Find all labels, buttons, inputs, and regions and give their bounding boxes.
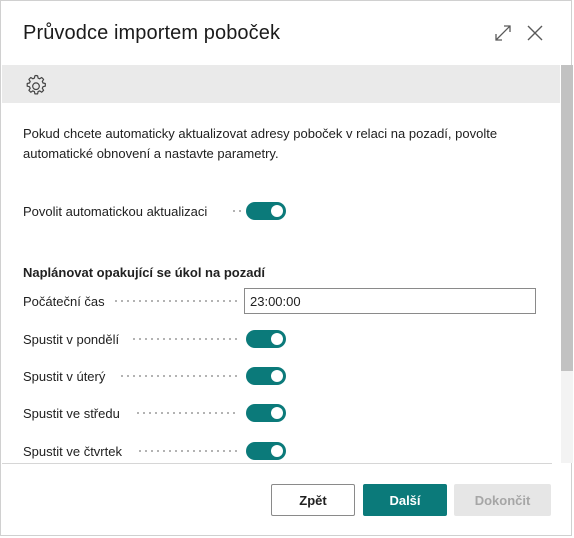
toggle-knob	[271, 333, 283, 345]
toggle-knob	[271, 370, 283, 382]
toggle-knob	[271, 407, 283, 419]
toggle-knob	[271, 205, 283, 217]
run-thursday-row: Spustit ve čtvrtek	[23, 440, 543, 463]
run-wednesday-toggle[interactable]	[246, 404, 286, 422]
start-time-label: Počáteční čas	[23, 294, 105, 309]
run-thursday-label: Spustit ve čtvrtek	[23, 444, 122, 459]
finish-button[interactable]: Dokončit	[454, 484, 551, 516]
intro-text: Pokud chcete automaticky aktualizovat ad…	[23, 126, 498, 161]
gear-icon[interactable]	[24, 73, 48, 102]
dialog-title: Průvodce importem poboček	[23, 22, 281, 44]
auto-update-row: Povolit automatickou aktualizaci	[23, 200, 543, 224]
wizard-content: Pokud chcete automaticky aktualizovat ad…	[23, 103, 543, 463]
scrollbar-thumb[interactable]	[561, 65, 573, 371]
leader-dots	[231, 210, 241, 212]
footer-divider	[2, 463, 552, 464]
run-monday-row: Spustit v pondělí	[23, 328, 543, 352]
run-wednesday-label: Spustit ve středu	[23, 406, 120, 421]
run-wednesday-row: Spustit ve středu	[23, 402, 543, 426]
start-time-input[interactable]	[244, 288, 536, 314]
auto-update-label: Povolit automatickou aktualizaci	[23, 204, 208, 219]
leader-dots	[131, 338, 239, 340]
start-time-row: Počáteční čas	[23, 288, 543, 314]
leader-dots	[119, 375, 239, 377]
back-button[interactable]: Zpět	[271, 484, 355, 516]
leader-dots	[137, 450, 239, 452]
run-tuesday-toggle[interactable]	[246, 367, 286, 385]
action-toolbar	[2, 65, 560, 103]
expand-icon[interactable]	[493, 23, 513, 48]
close-icon[interactable]	[525, 23, 545, 48]
leader-dots	[135, 412, 239, 414]
section-title: Naplánovat opakující se úkol na pozadí	[23, 265, 265, 280]
run-tuesday-row: Spustit v úterý	[23, 365, 543, 389]
next-button[interactable]: Další	[363, 484, 447, 516]
run-thursday-toggle[interactable]	[246, 442, 286, 460]
run-tuesday-label: Spustit v úterý	[23, 369, 106, 384]
auto-update-toggle[interactable]	[246, 202, 286, 220]
run-monday-label: Spustit v pondělí	[23, 332, 120, 347]
leader-dots	[113, 300, 237, 302]
run-monday-toggle[interactable]	[246, 330, 286, 348]
toggle-knob	[271, 445, 283, 457]
import-wizard-dialog: Průvodce importem poboček Pokud chcete a…	[0, 0, 573, 536]
